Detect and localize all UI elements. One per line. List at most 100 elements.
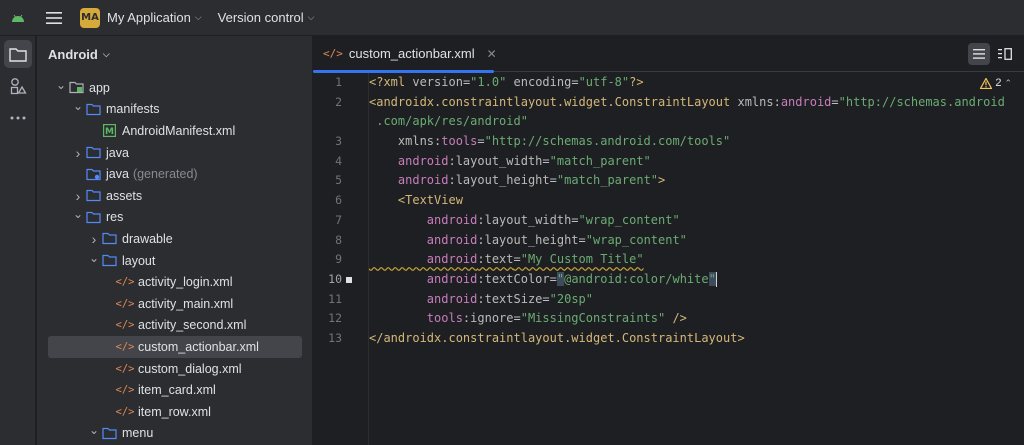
tab-label: custom_actionbar.xml <box>348 46 475 61</box>
tree-item-label: activity_login.xml <box>138 275 233 290</box>
code-line: android:text="My Custom Title" <box>369 252 644 267</box>
chevron-down-icon[interactable]: ⌄ <box>71 99 85 113</box>
xml-file-icon: </> <box>115 405 135 418</box>
chevron-down-icon[interactable]: ⌄ <box>54 78 68 92</box>
line-number[interactable]: 12 <box>313 309 368 329</box>
tab-custom-actionbar[interactable]: </> custom_actionbar.xml ✕ <box>313 36 507 73</box>
line-number[interactable]: 3 <box>313 132 368 152</box>
tree-item-custom-dialog-xml[interactable]: </> custom_dialog.xml <box>37 358 312 380</box>
xml-file-icon: </> <box>115 362 135 375</box>
tree-item-label: manifests <box>106 102 160 117</box>
tree-item-java[interactable]: › java <box>37 142 312 164</box>
project-badge[interactable]: MA <box>80 7 100 28</box>
shapes-icon <box>10 78 27 95</box>
tree-item-drawable[interactable]: › drawable <box>37 228 312 250</box>
tree-item-label: AndroidManifest.xml <box>122 123 236 138</box>
chevron-down-icon[interactable]: ⌄ <box>71 207 85 221</box>
more-horizontal-icon <box>10 116 26 120</box>
android-studio-logo-icon <box>0 0 36 36</box>
tree-item-assets[interactable]: › assets <box>37 185 312 207</box>
xml-file-icon: </> <box>323 47 343 60</box>
main-menu-button[interactable] <box>36 0 72 36</box>
chevron-right-icon[interactable]: › <box>87 231 101 247</box>
xml-file-icon: </> <box>115 340 135 353</box>
code-editor[interactable]: <?xml version="1.0" encoding="utf-8"?> <… <box>369 73 1009 349</box>
tree-item-res[interactable]: ⌄ res <box>37 207 312 229</box>
folder-icon <box>101 253 117 269</box>
lines-icon <box>973 49 985 59</box>
chevron-right-icon[interactable]: › <box>71 188 85 204</box>
tree-item-java[interactable]: java (generated) <box>37 163 312 185</box>
folder-icon <box>9 47 27 62</box>
tree-item-label: activity_main.xml <box>138 296 234 311</box>
code-line: android:layout_width="wrap_content" <box>369 212 680 227</box>
chevron-right-icon[interactable]: › <box>71 145 85 161</box>
version-control-menu[interactable]: Version control ⌵ <box>218 10 315 25</box>
project-selector[interactable]: My Application ⌵ <box>107 10 202 25</box>
line-number[interactable]: 10 <box>313 270 368 290</box>
line-number[interactable]: 4 <box>313 152 368 172</box>
code-line: </androidx.constraintlayout.widget.Const… <box>369 330 745 345</box>
generated-folder-icon <box>85 166 101 182</box>
tree-item-manifests[interactable]: ⌄ manifests <box>37 99 312 121</box>
split-view-button[interactable] <box>994 43 1016 65</box>
tree-item-activity-second-xml[interactable]: </> activity_second.xml <box>37 315 312 337</box>
line-number[interactable] <box>313 112 368 132</box>
tree-item-label: item_card.xml <box>138 383 216 398</box>
split-view-icon <box>998 48 1012 60</box>
code-view-button[interactable] <box>968 43 990 65</box>
tree-item-item-card-xml[interactable]: </> item_card.xml <box>37 379 312 401</box>
tree-item-custom-actionbar-xml[interactable]: </> custom_actionbar.xml <box>48 336 302 358</box>
bookmark-icon[interactable] <box>346 276 352 283</box>
code-line: android:layout_height="match_parent"> <box>369 173 666 188</box>
tree-item-menu[interactable]: ⌄ menu <box>37 423 312 445</box>
line-number[interactable]: 5 <box>313 171 368 191</box>
folder-icon <box>85 209 101 225</box>
chevron-down-icon[interactable]: ⌄ <box>87 251 101 265</box>
line-number[interactable]: 11 <box>313 290 368 310</box>
close-icon[interactable]: ✕ <box>487 47 497 61</box>
tree-item-label: assets <box>106 188 143 203</box>
folder-icon <box>101 425 117 441</box>
svg-text:M: M <box>105 127 114 137</box>
editor-view-tools <box>968 43 1016 65</box>
chevron-down-icon: ⌵ <box>102 48 110 59</box>
line-number[interactable]: 7 <box>313 211 368 231</box>
code-line: xmlns:tools="http://schemas.android.com/… <box>369 134 731 149</box>
tree-item-label: item_row.xml <box>138 404 211 419</box>
tree-item-label: layout <box>122 253 156 268</box>
tree-item-activity-main-xml[interactable]: </> activity_main.xml <box>37 293 312 315</box>
line-number[interactable]: 2 <box>313 93 368 113</box>
chevron-down-icon: ⌵ <box>307 12 315 22</box>
code-line: <?xml version="1.0" encoding="utf-8"?> <box>369 75 644 89</box>
title-bar: MA My Application ⌵ Version control ⌵ <box>0 0 1024 36</box>
code-line: <TextView <box>369 193 463 208</box>
tree-item-label: custom_actionbar.xml <box>138 339 259 354</box>
line-number[interactable]: 9 <box>313 250 368 270</box>
text-caret <box>715 271 718 287</box>
tree-item-activity-login-xml[interactable]: </> activity_login.xml <box>37 271 312 293</box>
tree-item-label: menu <box>122 426 154 441</box>
chevron-down-icon[interactable]: ⌄ <box>87 423 101 437</box>
project-view-selector[interactable]: Android ⌵ <box>37 36 312 72</box>
code-line: tools:ignore="MissingConstraints" /> <box>369 311 687 326</box>
more-tools-button[interactable] <box>4 104 32 132</box>
code-line: android:layout_width="match_parent" <box>369 153 651 168</box>
tree-item-app[interactable]: ⌄ app <box>37 77 312 99</box>
code-line: android:layout_height="wrap_content" <box>369 232 687 247</box>
line-number[interactable]: 6 <box>313 191 368 211</box>
line-number[interactable]: 1 <box>313 73 368 93</box>
project-tool-button[interactable] <box>4 40 32 68</box>
line-number[interactable]: 8 <box>313 231 368 251</box>
folder-icon <box>101 231 117 247</box>
line-number[interactable]: 13 <box>313 329 368 349</box>
tree-item-layout[interactable]: ⌄ layout <box>37 250 312 272</box>
tree-item-item-row-xml[interactable]: </> item_row.xml <box>37 401 312 423</box>
hamburger-icon <box>46 11 62 24</box>
resource-manager-button[interactable] <box>4 72 32 100</box>
code-line: android:textSize="20sp" <box>369 291 593 306</box>
project-tree: ⌄ app ⌄ manifests M AndroidManifest.xml › java j… <box>37 77 312 444</box>
tree-item-label: app <box>89 80 110 95</box>
tree-item-androidmanifest-xml[interactable]: M AndroidManifest.xml <box>37 120 312 142</box>
editor-tab-bar: </> custom_actionbar.xml ✕ <box>313 36 1024 73</box>
